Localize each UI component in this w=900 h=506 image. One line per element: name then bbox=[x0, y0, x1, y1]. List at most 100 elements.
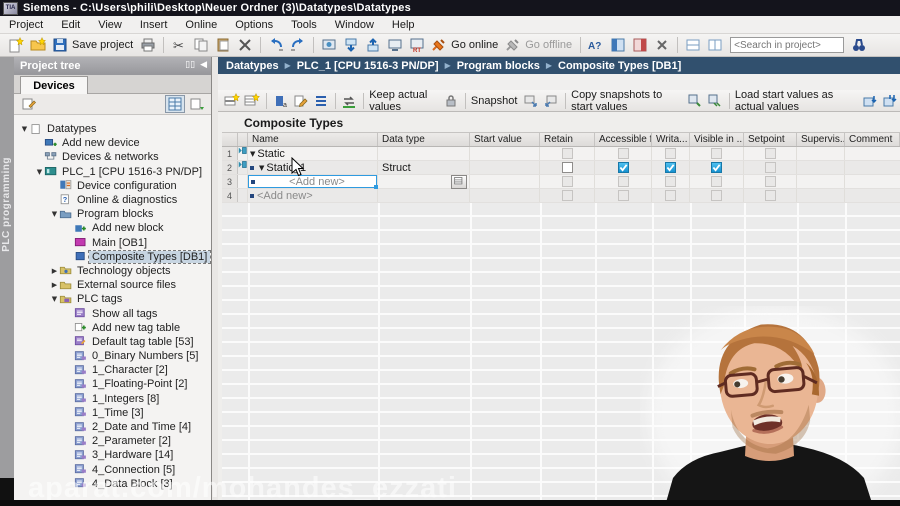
tree-item-technology-objects[interactable]: ▶ Technology objects bbox=[14, 264, 211, 278]
tree-expander-icon[interactable]: ▼ bbox=[35, 168, 44, 176]
row-number[interactable]: 3 bbox=[222, 175, 238, 188]
snapshot[interactable]: Snapshot bbox=[471, 95, 517, 107]
supervision-cell[interactable] bbox=[797, 189, 845, 202]
tree-expander-icon[interactable]: ▼ bbox=[20, 125, 29, 133]
row-number[interactable]: 4 bbox=[222, 189, 238, 202]
column-header-comment[interactable]: Comment bbox=[845, 133, 900, 146]
load-values-all-icon[interactable] bbox=[881, 91, 899, 111]
menu-help[interactable]: Help bbox=[383, 18, 424, 32]
column-header-name[interactable]: Name bbox=[248, 133, 378, 146]
name-cell[interactable]: <Add new> bbox=[248, 189, 378, 202]
reset-values-icon[interactable] bbox=[340, 91, 358, 111]
new-project-icon[interactable] bbox=[6, 35, 26, 55]
menu-options[interactable]: Options bbox=[226, 18, 282, 32]
tree-item-composite-types-db1[interactable]: Composite Types [DB1] bbox=[14, 249, 211, 264]
cut-icon[interactable]: ✂ bbox=[169, 35, 189, 55]
tree-expander-icon[interactable]: ▼ bbox=[50, 295, 59, 303]
go-online-label[interactable]: Go online bbox=[451, 39, 498, 51]
tree-item-add-new-tag-table[interactable]: Add new tag table bbox=[14, 321, 211, 335]
menu-insert[interactable]: Insert bbox=[131, 18, 177, 32]
datatype-cell[interactable] bbox=[378, 174, 470, 189]
search-binoculars-icon[interactable] bbox=[849, 35, 869, 55]
float-panel-icon[interactable]: ▯▯ bbox=[185, 59, 195, 70]
startvalue-cell[interactable] bbox=[470, 175, 540, 188]
tree-item-2-parameter-2[interactable]: 2_Parameter [2] bbox=[14, 434, 211, 448]
datatype-cell[interactable]: Struct bbox=[378, 161, 470, 174]
upload-device-icon[interactable] bbox=[363, 35, 383, 55]
comment-cell[interactable] bbox=[845, 189, 900, 202]
copy-snapshot-icon[interactable] bbox=[686, 91, 704, 111]
column-header-visible[interactable]: Visible in ... bbox=[690, 133, 744, 146]
tree-item-0-binary-numbers-5[interactable]: 0_Binary Numbers [5] bbox=[14, 349, 211, 363]
tree-item-plc-tags[interactable]: ▼ PLC tags bbox=[14, 292, 211, 306]
breadcrumb-item[interactable]: Program blocks bbox=[457, 60, 540, 72]
tree-item-program-blocks[interactable]: ▼ Program blocks bbox=[14, 207, 211, 221]
tree-expander-icon[interactable]: ▶ bbox=[50, 267, 59, 275]
tree-item-2-date-and-time-4[interactable]: 2_Date and Time [4] bbox=[14, 420, 211, 434]
online-diagnostics-icon[interactable]: A? bbox=[586, 35, 606, 55]
name-cell[interactable]: ▼ Static bbox=[248, 147, 378, 160]
snapshot-copy-icon[interactable] bbox=[522, 91, 540, 111]
search-in-project-input[interactable] bbox=[730, 37, 845, 53]
breadcrumb-item[interactable]: Datatypes bbox=[226, 60, 279, 72]
row-number[interactable]: 2 bbox=[222, 161, 238, 174]
tag-edit-icon[interactable] bbox=[19, 94, 39, 114]
window-red-icon[interactable] bbox=[630, 35, 650, 55]
tree-item-1-integers-8[interactable]: 1_Integers [8] bbox=[14, 392, 211, 406]
startvalue-cell[interactable] bbox=[470, 189, 540, 202]
tree-item-show-all-tags[interactable]: Show all tags bbox=[14, 306, 211, 320]
breadcrumb-item[interactable]: PLC_1 [CPU 1516-3 PN/DP] bbox=[297, 60, 439, 72]
row-number[interactable]: 1 bbox=[222, 147, 238, 160]
cross-icon[interactable] bbox=[652, 35, 672, 55]
go-online-plug-icon[interactable] bbox=[429, 35, 449, 55]
name-cell[interactable]: <Add new> bbox=[248, 175, 378, 189]
save-label[interactable]: Save project bbox=[72, 39, 133, 51]
load-values-icon[interactable] bbox=[861, 91, 879, 111]
menu-edit[interactable]: Edit bbox=[52, 18, 89, 32]
tree-item-add-new-device[interactable]: Add new device bbox=[14, 136, 211, 150]
delete-icon[interactable] bbox=[235, 35, 255, 55]
column-header-num[interactable] bbox=[222, 133, 238, 146]
menu-window[interactable]: Window bbox=[326, 18, 383, 32]
split-horizontal-icon[interactable] bbox=[683, 35, 703, 55]
menu-online[interactable]: Online bbox=[176, 18, 226, 32]
keep-actual-values[interactable]: Keep actual values bbox=[369, 89, 437, 113]
compile-icon[interactable] bbox=[319, 35, 339, 55]
column-header-supervision[interactable]: Supervis... bbox=[797, 133, 845, 146]
details-view-button[interactable] bbox=[165, 95, 185, 113]
print-icon[interactable] bbox=[138, 35, 158, 55]
startvalue-cell[interactable] bbox=[470, 147, 540, 160]
column-header-icon[interactable] bbox=[238, 133, 248, 146]
declaration-icon[interactable]: a bbox=[272, 91, 290, 111]
datatype-browse-button[interactable] bbox=[451, 174, 467, 189]
tree-item-external-source-files[interactable]: ▶ External source files bbox=[14, 278, 211, 292]
undo-icon[interactable] bbox=[266, 35, 286, 55]
retain-checkbox[interactable] bbox=[561, 162, 573, 173]
start-runtime-icon[interactable] bbox=[385, 35, 405, 55]
column-header-datatype[interactable]: Data type bbox=[378, 133, 470, 146]
copy-snapshots-to-start-values[interactable]: Copy snapshots to start values bbox=[571, 89, 681, 113]
datatype-cell[interactable] bbox=[378, 147, 470, 160]
go-offline-plug-icon[interactable] bbox=[503, 35, 523, 55]
tab-devices[interactable]: Devices bbox=[20, 76, 88, 94]
comment-cell[interactable] bbox=[845, 161, 900, 174]
menu-view[interactable]: View bbox=[89, 18, 131, 32]
tree-item-device-configuration[interactable]: Device configuration bbox=[14, 179, 211, 193]
supervision-cell[interactable] bbox=[797, 175, 845, 188]
split-vertical-icon[interactable] bbox=[705, 35, 725, 55]
insert-row-icon[interactable] bbox=[223, 91, 241, 111]
copy-icon[interactable] bbox=[191, 35, 211, 55]
redo-icon[interactable] bbox=[288, 35, 308, 55]
plc-programming-strip[interactable]: PLC programming bbox=[0, 57, 15, 506]
tree-item-main-ob1[interactable]: Main [OB1] bbox=[14, 236, 211, 250]
column-header-accessible[interactable]: Accessible f... bbox=[595, 133, 652, 146]
column-header-start[interactable]: Start value bbox=[470, 133, 540, 146]
writable-checkbox[interactable] bbox=[665, 162, 676, 173]
copy-snapshot-all-icon[interactable] bbox=[706, 91, 724, 111]
row-expander-icon[interactable]: ▼ bbox=[250, 150, 255, 158]
tree-item-plc-1-cpu-1516-3-pn-dp[interactable]: ▼ PLC_1 [CPU 1516-3 PN/DP] bbox=[14, 165, 211, 179]
go-offline-label[interactable]: Go offline bbox=[525, 39, 572, 51]
edit-resize-handle[interactable] bbox=[374, 185, 378, 189]
comment-cell[interactable] bbox=[845, 175, 900, 188]
tree-item-1-character-2[interactable]: 1_Character [2] bbox=[14, 363, 211, 377]
